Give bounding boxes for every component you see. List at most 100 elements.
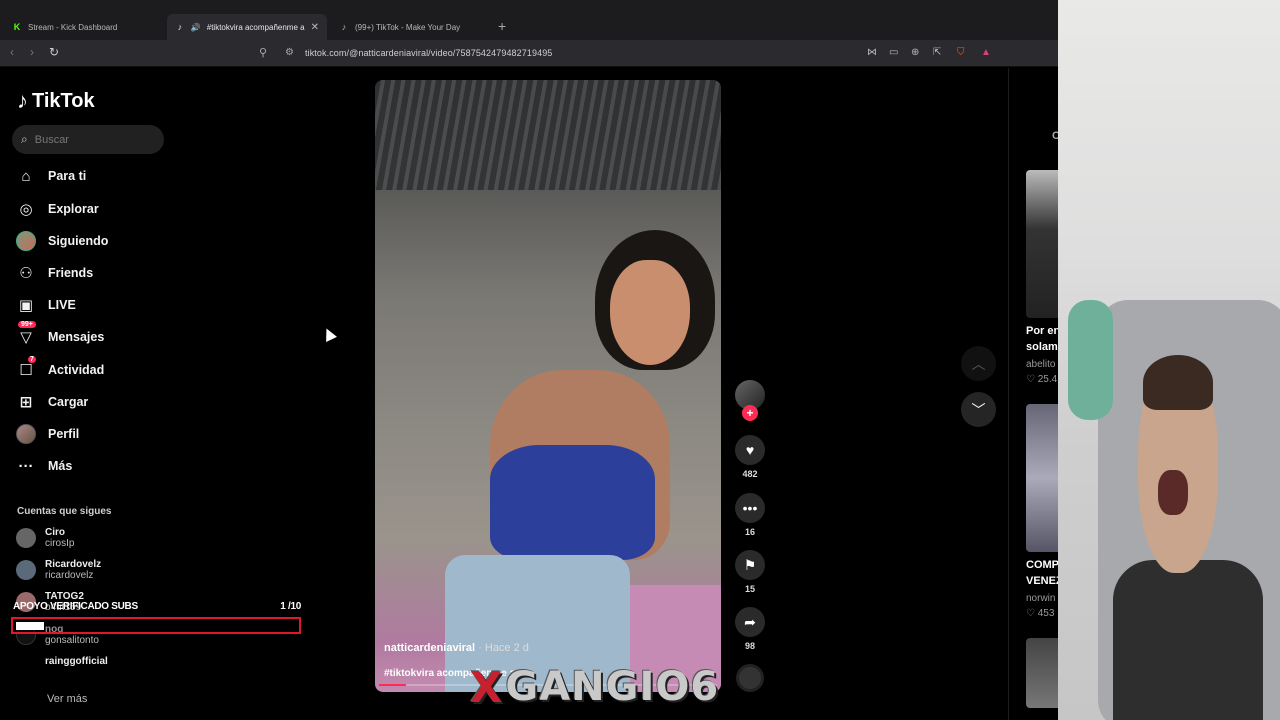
music-disc-icon[interactable] — [736, 664, 764, 692]
bookmark-icon[interactable]: ⚲ — [259, 46, 267, 59]
webcam-feed — [1058, 0, 1280, 720]
related-video-thumbnail[interactable] — [1026, 638, 1058, 708]
subs-goal-label: APOYO VERIFICADO SUBS 1 /10 — [13, 601, 301, 612]
following-account[interactable]: Ciro cirosIp — [16, 527, 74, 549]
activity-badge: 7 — [28, 356, 36, 363]
picture-in-picture-icon[interactable]: ▭ — [889, 47, 898, 58]
menu-item-explorar[interactable]: ◎ Explorar — [16, 197, 98, 221]
save-action[interactable]: ⚑ 15 — [735, 550, 765, 594]
tab-title: (99+) TikTok - Make Your Day — [355, 22, 461, 32]
related-video-author[interactable]: abelito — [1026, 359, 1058, 370]
upload-icon: ⊞ — [19, 394, 33, 411]
tiktok-icon: ♪ — [17, 88, 28, 113]
menu-item-mas[interactable]: ··· Más — [16, 454, 73, 478]
tab-tiktok-video[interactable]: ♪ 🔊 #tiktokvira acompañenme a ✕ — [167, 14, 327, 40]
logo-text: TikTok — [32, 89, 95, 112]
chevron-down-icon: ﹀ — [971, 401, 986, 418]
back-icon[interactable]: ‹ — [10, 45, 14, 59]
reload-icon[interactable]: ↻ — [49, 45, 59, 59]
video-progress-fill — [379, 684, 407, 686]
video-time: · Hace 2 d — [478, 642, 529, 654]
messages-badge: 99+ — [18, 321, 36, 328]
share-icon[interactable]: ⇱ — [933, 47, 941, 58]
menu-item-mensajes[interactable]: ▽ 99+ Mensajes — [16, 321, 104, 349]
avatar — [16, 528, 36, 548]
menu-item-siguiendo[interactable]: Siguiendo — [16, 229, 108, 253]
account-name: Ciro — [45, 527, 65, 538]
streamer-watermark: X GANGIO6 — [470, 663, 719, 712]
follow-plus-icon[interactable]: + — [742, 405, 758, 421]
comment-action[interactable]: ••• 16 — [735, 493, 765, 537]
share-count: 98 — [744, 641, 755, 651]
search-box[interactable]: ⌕ — [12, 125, 164, 154]
menu-item-live[interactable]: ▣ LIVE — [16, 293, 76, 317]
profile-avatar — [16, 424, 36, 444]
live-icon: ▣ — [18, 297, 34, 314]
account-handle: cirosIp — [45, 538, 75, 549]
messages-icon: ▽ 99+ — [16, 321, 36, 347]
following-avatar — [16, 231, 36, 251]
more-icon: ··· — [18, 457, 34, 475]
tab-tiktok-home[interactable]: ♪ (99+) TikTok - Make Your Day — [331, 14, 491, 40]
friends-icon: ⚇ — [19, 265, 33, 282]
goal-label: APOYO VERIFICADO SUBS — [13, 601, 138, 612]
menu-label: Friends — [48, 266, 94, 280]
goal-count: 1 /10 — [280, 601, 301, 612]
related-video-thumbnail[interactable] — [1026, 170, 1058, 318]
avatar — [16, 560, 36, 580]
search-input[interactable] — [34, 133, 145, 146]
rewards-icon[interactable]: ▲ — [981, 47, 991, 58]
menu-item-perfil[interactable]: Perfil — [16, 422, 79, 446]
related-video-title[interactable]: solam — [1026, 341, 1058, 353]
following-account[interactable]: Ricardovelz ricardovelz — [16, 559, 101, 581]
site-info-icon[interactable]: ⚙ — [285, 47, 294, 58]
like-action[interactable]: ♥ 482 — [735, 435, 765, 479]
tiktok-logo[interactable]: ♪ TikTok — [17, 88, 95, 114]
subs-goal-fill — [16, 622, 44, 630]
kick-icon: K — [13, 22, 21, 32]
menu-label: Perfil — [48, 427, 80, 441]
see-more-link[interactable]: Ver más — [47, 693, 87, 705]
video-person — [430, 165, 715, 692]
close-icon[interactable]: ✕ — [311, 22, 319, 33]
account-handle: gonsalitonto — [45, 635, 99, 646]
share-arrow-icon[interactable]: ➦ — [735, 607, 765, 637]
comment-count: 16 — [744, 527, 755, 537]
next-video-button[interactable]: ﹀ — [961, 392, 996, 427]
bookmark-icon[interactable]: ⚑ — [735, 550, 765, 580]
home-icon: ⌂ — [21, 167, 31, 185]
video-player[interactable]: natticardeniaviral · Hace 2 d #tiktokvir… — [375, 80, 721, 692]
account-name: Ricardovelz — [45, 559, 102, 570]
browser-tab-bar: K Stream - Kick Dashboard ♪ 🔊 #tiktokvir… — [0, 0, 1058, 40]
forward-icon[interactable]: › — [30, 45, 34, 59]
menu-item-para-ti[interactable]: ⌂ Para ti — [16, 164, 86, 188]
related-video-title[interactable]: Por en — [1026, 325, 1058, 337]
related-video-thumbnail[interactable] — [1026, 404, 1058, 552]
account-name: rainggofficial — [45, 656, 108, 667]
heart-icon[interactable]: ♥ — [735, 435, 765, 465]
video-author-line[interactable]: natticardeniaviral · Hace 2 d — [384, 642, 529, 654]
audio-playing-icon: 🔊 — [190, 22, 201, 32]
menu-item-cargar[interactable]: ⊞ Cargar — [16, 390, 89, 414]
comment-icon[interactable]: ••• — [735, 493, 765, 523]
share-action[interactable]: ➦ 98 — [735, 607, 765, 651]
related-video-title[interactable]: VENEZ — [1026, 575, 1058, 587]
column-divider — [1008, 68, 1009, 720]
following-account[interactable]: rainggofficial — [16, 656, 108, 667]
previous-video-button[interactable]: ︿ — [961, 346, 996, 381]
related-video-likes: ♡ 25.4 — [1026, 374, 1058, 385]
video-author[interactable]: natticardeniaviral — [384, 642, 475, 654]
new-tab-button[interactable]: + — [498, 18, 506, 34]
tab-kick-dashboard[interactable]: K Stream - Kick Dashboard — [4, 14, 164, 40]
tab-title: Stream - Kick Dashboard — [28, 22, 118, 32]
cast-icon[interactable]: ⋈ — [867, 47, 877, 58]
related-video-author[interactable]: norwin — [1026, 593, 1058, 604]
like-count: 482 — [742, 469, 758, 479]
address-bar[interactable]: tiktok.com/@natticardeniaviral/video/758… — [305, 48, 552, 58]
menu-item-friends[interactable]: ⚇ Friends — [16, 261, 93, 285]
menu-label: Para ti — [48, 169, 87, 183]
shield-icon[interactable]: ⛉ — [957, 47, 965, 58]
zoom-icon[interactable]: ⊕ — [911, 47, 919, 58]
related-video-title[interactable]: COMP — [1026, 559, 1058, 571]
menu-item-actividad[interactable]: ☐ 7 Actividad — [16, 356, 104, 382]
